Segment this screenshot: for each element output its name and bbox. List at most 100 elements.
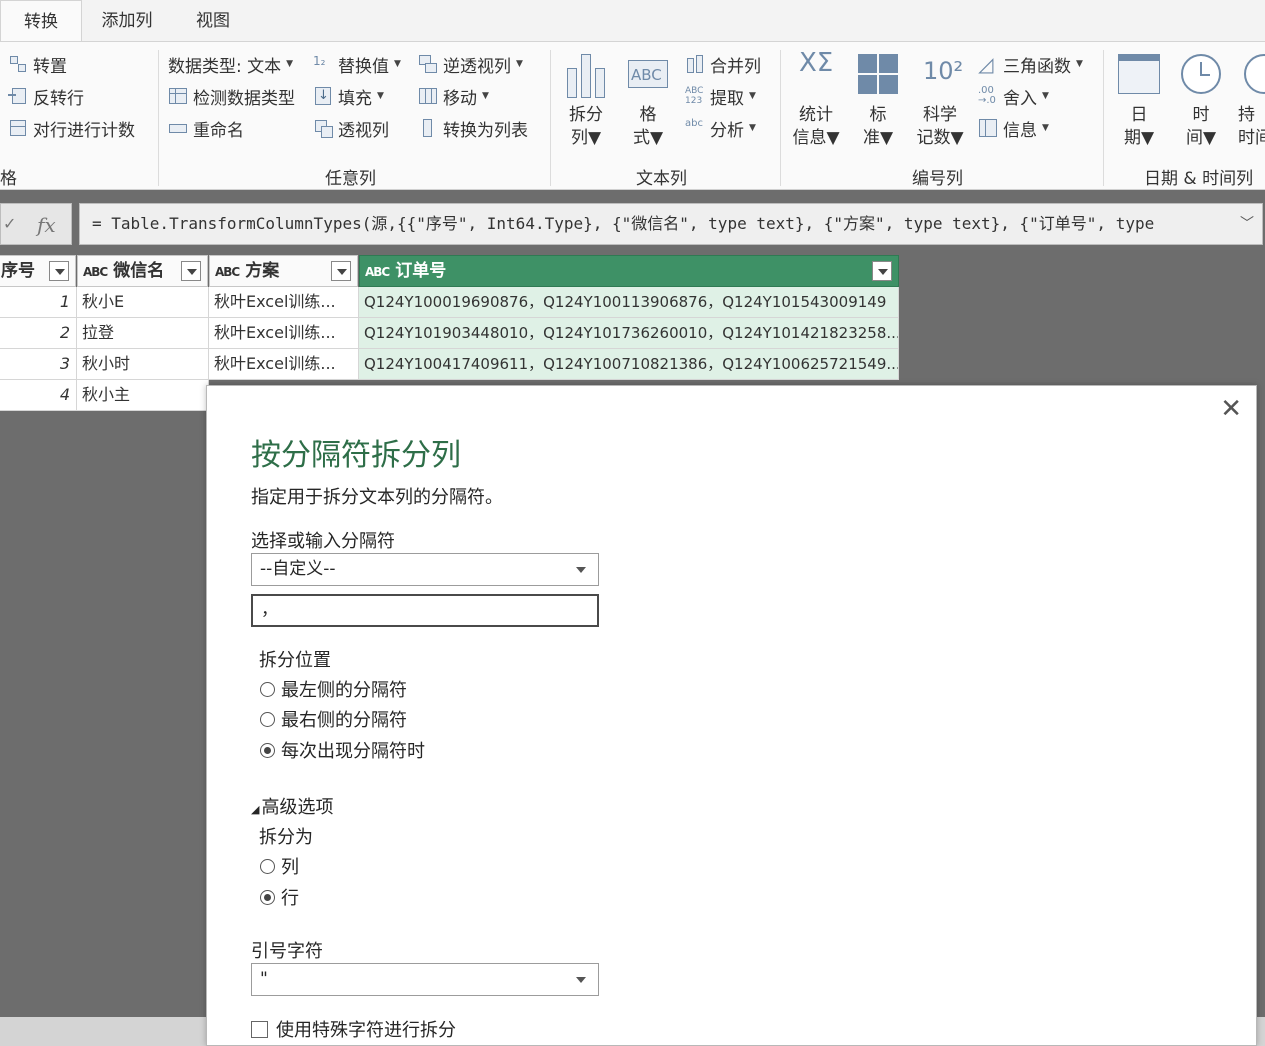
group-separator	[780, 50, 781, 186]
group-separator	[550, 50, 551, 186]
duration-button[interactable]: 持 时间	[1238, 50, 1265, 150]
unpivot-columns-dropdown[interactable]: 逆透视列 ▼	[418, 50, 523, 78]
fill-down-icon: ↓	[313, 86, 333, 106]
radio-button[interactable]	[260, 858, 275, 874]
table-cell-index[interactable]: 1	[0, 287, 77, 318]
chevron-down-icon: ▼	[826, 128, 840, 148]
filter-dropdown-icon[interactable]	[872, 261, 892, 281]
checkmark-icon[interactable]: ✓	[3, 214, 16, 233]
chevron-down-icon: ▼	[1076, 59, 1083, 69]
table-cell-wechat[interactable]: 秋小主	[77, 380, 209, 411]
transpose-button[interactable]: 转置	[8, 50, 67, 78]
radio-button[interactable]	[260, 711, 275, 727]
split-column-button[interactable]: 拆分 列▼	[562, 50, 610, 150]
table-cell-index[interactable]: 3	[0, 349, 77, 380]
delimiter-label: 选择或输入分隔符	[251, 531, 395, 552]
radio-each-delimiter[interactable]: 每次出现分隔符时	[260, 737, 425, 763]
checkbox[interactable]	[251, 1020, 268, 1038]
detect-data-type-button[interactable]: 检测数据类型	[168, 82, 295, 110]
table-cell-wechat[interactable]: 拉登	[77, 318, 209, 349]
chevron-down-icon: ▼	[286, 59, 294, 69]
date-button[interactable]: 日 期▼	[1114, 50, 1164, 150]
chevron-down-icon: ▼	[482, 91, 489, 101]
tab-view[interactable]: 视图	[172, 0, 254, 42]
radio-button[interactable]	[260, 889, 275, 905]
list-icon	[418, 118, 438, 138]
pivot-column-button[interactable]: 透视列	[313, 114, 389, 142]
merge-columns-button[interactable]: 合并列	[685, 50, 761, 78]
rounding-icon: .00 →.0	[978, 85, 996, 106]
filter-dropdown-icon[interactable]	[181, 261, 201, 281]
radio-button[interactable]	[260, 742, 275, 758]
radio-button[interactable]	[260, 681, 275, 697]
fill-dropdown[interactable]: ↓ 填充 ▼	[313, 82, 384, 110]
extract-dropdown[interactable]: ABC 123 提取 ▼	[685, 82, 756, 110]
data-type-dropdown[interactable]: 数据类型: 文本 ▼	[168, 50, 293, 78]
table-cell-index[interactable]: 4	[0, 380, 77, 411]
reverse-rows-button[interactable]: 反转行	[8, 82, 84, 110]
time-button[interactable]: 时 间▼	[1176, 50, 1226, 150]
column-header-plan[interactable]: ABC 方案	[209, 255, 358, 287]
statistics-button[interactable]: XΣ 统计 信息▼	[790, 50, 842, 150]
count-rows-button[interactable]: 对行进行计数	[8, 114, 135, 142]
parse-dropdown[interactable]: abc 分析 ▼	[685, 114, 756, 142]
formula-bar[interactable]: = Table.TransformColumnTypes(源,{{"序号", I…	[79, 203, 1263, 245]
convert-to-list-button[interactable]: 转换为列表	[418, 114, 528, 142]
advanced-options-toggle[interactable]: ◢ 高级选项	[251, 793, 333, 819]
sigma-icon: XΣ	[799, 48, 834, 78]
radio-split-rows[interactable]: 行	[260, 884, 299, 910]
table-cell-index[interactable]: 2	[0, 318, 77, 349]
chevron-down-icon	[576, 567, 586, 573]
calculator-icon	[855, 50, 901, 100]
merge-icon	[685, 54, 705, 74]
table-cell-plan[interactable]: 秋叶Excel训练...	[209, 287, 359, 318]
information-dropdown[interactable]: 信息 ▼	[978, 114, 1049, 142]
move-dropdown[interactable]: 移动 ▼	[418, 82, 489, 110]
format-button[interactable]: ABC 格 式▼	[624, 50, 672, 150]
filter-dropdown-icon[interactable]	[49, 261, 69, 281]
parse-icon: abc	[685, 118, 703, 129]
table-cell-order[interactable]: Q124Y100417409611，Q124Y100710821386，Q124…	[359, 349, 899, 380]
table-cell-plan[interactable]: 秋叶Excel训练...	[209, 349, 359, 380]
replace-values-dropdown[interactable]: 1₂ 替换值 ▼	[313, 50, 401, 78]
filter-dropdown-icon[interactable]	[331, 261, 351, 281]
fx-icon[interactable]: fx	[37, 213, 56, 237]
formula-text: = Table.TransformColumnTypes(源,{{"序号", I…	[92, 214, 1155, 233]
quote-char-select[interactable]: "	[251, 963, 599, 996]
tab-transform[interactable]: 转换	[0, 0, 82, 43]
table-cell-wechat[interactable]: 秋小时	[77, 349, 209, 380]
special-chars-checkbox-row[interactable]: 使用特殊字符进行拆分	[251, 1016, 456, 1042]
chevron-down-icon: ▼	[879, 128, 894, 148]
radio-leftmost-delimiter[interactable]: 最左侧的分隔符	[260, 676, 407, 702]
table-cell-plan[interactable]: 秋叶Excel训练...	[209, 318, 359, 349]
chevron-down-icon: ▼	[749, 123, 756, 133]
radio-split-columns[interactable]: 列	[260, 853, 299, 879]
custom-delimiter-input[interactable]: ，	[251, 594, 599, 627]
trigonometry-dropdown[interactable]: ◿ 三角函数 ▼	[978, 50, 1083, 78]
text-type-icon: ABC	[365, 265, 390, 279]
clock-icon	[1178, 50, 1224, 100]
rename-button[interactable]: 重命名	[168, 114, 244, 142]
column-header-order[interactable]: ABC 订单号	[359, 255, 899, 287]
chevron-down-icon[interactable]: ﹀	[1240, 204, 1254, 244]
table-cell-order[interactable]: Q124Y101903448010，Q124Y101736260010，Q124…	[359, 318, 899, 349]
dialog-title: 按分隔符拆分列	[251, 438, 461, 473]
duration-icon	[1242, 50, 1265, 100]
close-icon[interactable]: ✕	[1220, 394, 1242, 424]
exponent-icon: 10²	[923, 57, 964, 85]
format-icon: ABC	[625, 50, 671, 100]
scientific-button[interactable]: 10² 科学 记数▼	[912, 50, 968, 150]
table-cell-order[interactable]: Q124Y100019690876，Q124Y100113906876，Q124…	[359, 287, 899, 318]
quote-char-label: 引号字符	[251, 941, 323, 962]
tab-add-column[interactable]: 添加列	[86, 0, 168, 42]
group-separator	[1103, 50, 1104, 186]
dialog-subtitle: 指定用于拆分文本列的分隔符。	[251, 487, 503, 508]
split-column-icon	[563, 50, 609, 100]
standard-button[interactable]: 标 准▼	[854, 50, 902, 150]
radio-rightmost-delimiter[interactable]: 最右侧的分隔符	[260, 706, 407, 732]
delimiter-select[interactable]: --自定义--	[251, 553, 599, 586]
column-header-index[interactable]: 序号	[0, 255, 76, 287]
column-header-wechat[interactable]: ABC 微信名	[77, 255, 208, 287]
table-cell-wechat[interactable]: 秋小E	[77, 287, 209, 318]
rounding-dropdown[interactable]: .00 →.0 舍入 ▼	[978, 82, 1049, 110]
